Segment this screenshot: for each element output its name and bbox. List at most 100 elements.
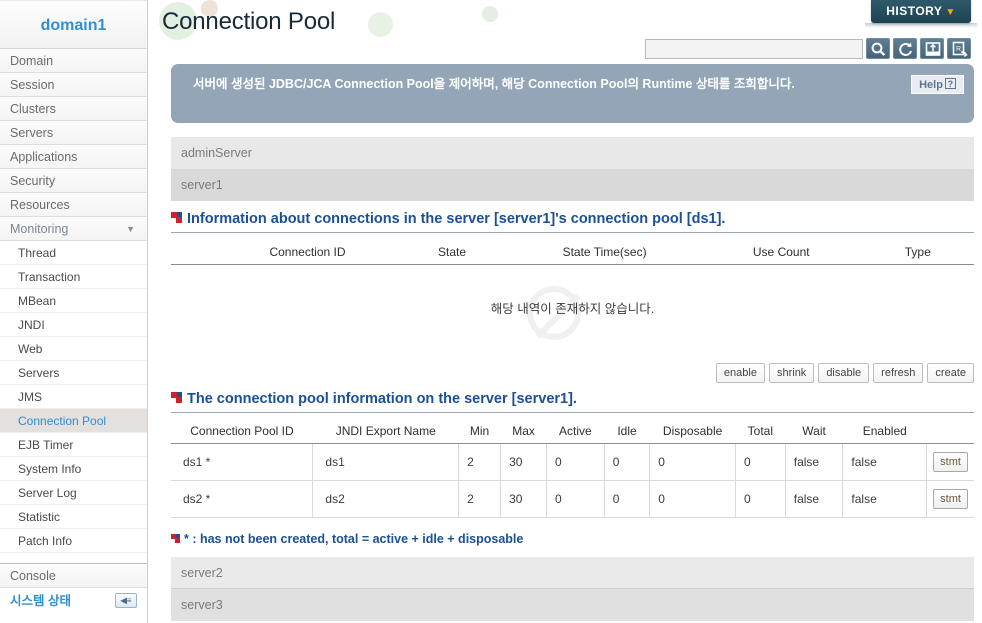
sidebar-item-label: Monitoring bbox=[10, 222, 69, 236]
sidebar-item-clusters[interactable]: Clusters bbox=[0, 97, 147, 121]
server-list-bottom: server2 server3 bbox=[171, 557, 974, 621]
info-banner-text: 서버에 생성된 JDBC/JCA Connection Pool을 제어하며, … bbox=[193, 77, 795, 91]
chevron-down-icon[interactable]: ▼ bbox=[126, 217, 135, 241]
sidebar-item-label: Clusters bbox=[10, 102, 56, 116]
server-row-adminServer[interactable]: adminServer bbox=[171, 137, 974, 169]
sidebar-item-thread[interactable]: Thread bbox=[0, 241, 147, 265]
sidebar-item-label: JNDI bbox=[18, 318, 45, 332]
sidebar-item-patch-info[interactable]: Patch Info bbox=[0, 529, 147, 553]
table-header-cell: Connection ID bbox=[219, 240, 396, 265]
server-row-server1[interactable]: server1 bbox=[171, 169, 974, 201]
table-cell-jndi: ds1 bbox=[312, 443, 460, 481]
sidebar-item-monitoring[interactable]: Monitoring ▼ bbox=[0, 217, 147, 241]
sidebar-item-label: Connection Pool bbox=[18, 414, 107, 428]
sidebar-item-label: JMS bbox=[18, 390, 42, 404]
sidebar-item-label: EJB Timer bbox=[18, 438, 74, 452]
chevron-down-icon: ▼ bbox=[945, 7, 956, 18]
table-cell-stmt: stmt bbox=[926, 480, 974, 518]
sidebar-item-web[interactable]: Web bbox=[0, 337, 147, 361]
sidebar-item-applications[interactable]: Applications bbox=[0, 145, 147, 169]
server-row-label: adminServer bbox=[181, 146, 252, 160]
sidebar-item-servers[interactable]: Servers bbox=[0, 121, 147, 145]
enable-button[interactable]: enable bbox=[715, 363, 765, 383]
create-button[interactable]: create bbox=[927, 363, 974, 383]
table-header-row: Connection Pool ID JNDI Export Name Min Max… bbox=[171, 419, 974, 444]
disable-button[interactable]: disable bbox=[818, 363, 870, 383]
svg-text:R: R bbox=[956, 46, 961, 53]
sidebar-item-label-console: Console bbox=[10, 569, 56, 583]
table-cell-idle: 0 bbox=[604, 480, 651, 518]
table-cell-disposable: 0 bbox=[649, 443, 736, 481]
server-row-server3[interactable]: server3 bbox=[171, 589, 974, 621]
table-cell-min: 2 bbox=[458, 480, 502, 518]
section-heading-connections: Information about connections in the ser… bbox=[171, 211, 974, 233]
sidebar-item-statistic[interactable]: Statistic bbox=[0, 505, 147, 529]
help-button[interactable]: Help? bbox=[911, 75, 964, 94]
info-banner: 서버에 생성된 JDBC/JCA Connection Pool을 제어하며, … bbox=[171, 64, 974, 123]
table-header-cell: Total bbox=[735, 419, 786, 444]
sidebar-item-mbean[interactable]: MBean bbox=[0, 289, 147, 313]
table-cell-total: 0 bbox=[735, 480, 786, 518]
table-cell-idle: 0 bbox=[604, 443, 651, 481]
stmt-button[interactable]: stmt bbox=[933, 489, 968, 509]
server-row-label: server3 bbox=[181, 598, 223, 612]
server-row-label: server1 bbox=[181, 178, 223, 192]
brand-title: domain1 bbox=[0, 0, 147, 49]
bullet-square-icon bbox=[171, 212, 182, 223]
pools-table-body: ds1 * ds1 2 30 0 0 0 0 false false stmt ds2 * ds2 2 30… bbox=[171, 443, 974, 518]
empty-message: 해당 내역이 존재하지 않습니다. bbox=[490, 302, 655, 316]
sidebar-item-label: Servers bbox=[10, 126, 54, 140]
search-icon[interactable] bbox=[866, 38, 890, 59]
pools-table-wrap: Connection Pool ID JNDI Export Name Min Max… bbox=[171, 419, 974, 518]
sidebar-item-ejb-timer[interactable]: EJB Timer bbox=[0, 433, 147, 457]
sidebar-item-resources[interactable]: Resources bbox=[0, 193, 147, 217]
sidebar-item-server-log[interactable]: Server Log bbox=[0, 481, 147, 505]
search-toolbar: R bbox=[645, 38, 971, 59]
sidebar-item-console[interactable]: Console bbox=[0, 564, 147, 588]
table-row[interactable]: ds1 * ds1 2 30 0 0 0 0 false false stmt bbox=[171, 443, 974, 481]
history-button-label: HISTORY bbox=[886, 4, 943, 18]
sidebar-item-label: Applications bbox=[10, 150, 78, 164]
sidebar-item-session[interactable]: Session bbox=[0, 73, 147, 97]
sidebar-item-security[interactable]: Security bbox=[0, 169, 147, 193]
table-header-cell bbox=[171, 240, 220, 265]
table-cell-disposable: 0 bbox=[649, 480, 736, 518]
sidebar-item-connection-pool[interactable]: Connection Pool bbox=[0, 409, 147, 433]
server-list-top: adminServer server1 bbox=[171, 137, 974, 201]
sidebar-item-domain[interactable]: Domain bbox=[0, 49, 147, 73]
sidebar-sub-nav: Thread Transaction MBean JNDI Web Servers JMS C… bbox=[0, 241, 147, 553]
search-input[interactable] bbox=[645, 38, 863, 59]
help-button-label: Help bbox=[919, 79, 943, 91]
history-button[interactable]: HISTORY ▼ bbox=[871, 0, 971, 23]
sidebar-item-jms[interactable]: JMS bbox=[0, 385, 147, 409]
sidebar-item-label: Transaction bbox=[18, 270, 81, 284]
table-header-cell: Max bbox=[500, 419, 547, 444]
refresh-button[interactable]: refresh bbox=[873, 363, 924, 383]
section-heading-pools: The connection pool information on the s… bbox=[171, 391, 974, 413]
bullet-square-small-icon bbox=[171, 534, 180, 543]
sidebar-item-system-info[interactable]: System Info bbox=[0, 457, 147, 481]
xml-export-icon[interactable] bbox=[920, 38, 944, 59]
table-header-cell: Enabled bbox=[842, 419, 927, 444]
sidebar-item-servers[interactable]: Servers bbox=[0, 361, 147, 385]
history-shadow bbox=[865, 23, 977, 28]
report-export-icon[interactable]: R bbox=[947, 38, 971, 59]
shrink-button[interactable]: shrink bbox=[768, 363, 815, 383]
pools-table: Connection Pool ID JNDI Export Name Min Max… bbox=[171, 419, 974, 518]
system-status-toggle-icon[interactable]: ◀≡ bbox=[115, 593, 137, 608]
decoration-circle-mint-icon bbox=[368, 12, 393, 37]
table-header-cell: Type bbox=[861, 240, 974, 265]
stmt-button[interactable]: stmt bbox=[933, 452, 968, 472]
sidebar-item-jndi[interactable]: JNDI bbox=[0, 313, 147, 337]
page-root: domain1 Domain Session Clusters Servers Appl… bbox=[0, 0, 982, 623]
table-header-cell: JNDI Export Name bbox=[312, 419, 459, 444]
sidebar-item-label: Security bbox=[10, 174, 56, 188]
sidebar-main-nav: Domain Session Clusters Servers Applications… bbox=[0, 49, 147, 241]
refresh-icon[interactable] bbox=[893, 38, 917, 59]
table-cell-active: 0 bbox=[546, 443, 605, 481]
system-status-row[interactable]: 시스템 상태 ◀≡ bbox=[0, 588, 147, 614]
sidebar-item-label: Patch Info bbox=[18, 534, 73, 548]
table-row[interactable]: ds2 * ds2 2 30 0 0 0 0 false false stmt bbox=[171, 480, 974, 518]
sidebar-item-transaction[interactable]: Transaction bbox=[0, 265, 147, 289]
server-row-server2[interactable]: server2 bbox=[171, 557, 974, 589]
